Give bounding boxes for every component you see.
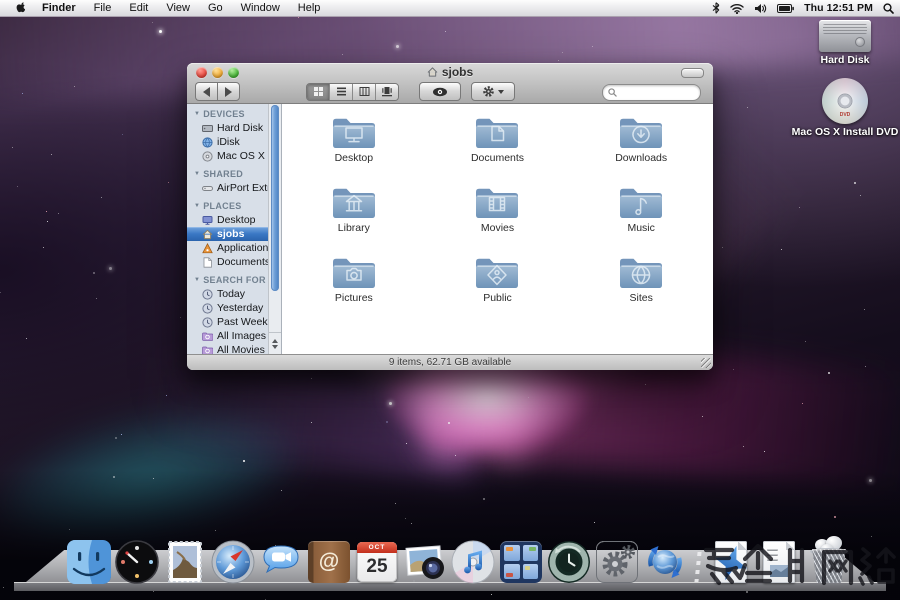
applications-icon xyxy=(202,243,213,254)
dock-stack-page-icon[interactable] xyxy=(756,538,802,584)
folder-icon xyxy=(473,113,521,151)
spotlight-icon[interactable] xyxy=(883,3,894,14)
dock-dashboard-icon[interactable] xyxy=(114,538,160,584)
dock-ical-icon[interactable]: OCT25OCT25 xyxy=(354,538,400,584)
dock-address-book-icon[interactable]: @@ xyxy=(306,538,352,584)
dock-itunes-icon[interactable] xyxy=(450,538,496,584)
dock-iphoto-icon[interactable] xyxy=(402,538,448,584)
sidebar: ▼DEVICESHard DiskiDiskMac OS X I…▼SHARED… xyxy=(187,104,282,355)
smartfolder-icon xyxy=(202,331,213,342)
dock-stack-documents-icon[interactable] xyxy=(708,538,754,584)
quick-look-button[interactable] xyxy=(419,82,461,101)
apple-menu-icon[interactable] xyxy=(10,2,33,15)
scroll-down-arrow[interactable] xyxy=(272,345,278,352)
folder-documents[interactable]: Documents xyxy=(426,113,570,176)
menu-item-view[interactable]: View xyxy=(157,0,199,16)
folder-icon xyxy=(330,183,378,221)
dvd-disc-icon: DVD xyxy=(822,78,868,124)
toolbar xyxy=(187,80,713,103)
menu-item-window[interactable]: Window xyxy=(232,0,289,16)
toolbar-toggle-capsule[interactable] xyxy=(681,68,704,78)
folder-downloads[interactable]: Downloads xyxy=(569,113,713,176)
chevron-down-icon xyxy=(498,90,504,97)
bluetooth-icon[interactable] xyxy=(712,2,720,14)
disclosure-triangle-icon[interactable]: ▼ xyxy=(194,171,200,177)
folder-icon xyxy=(473,183,521,221)
folder-pictures[interactable]: Pictures xyxy=(282,253,426,316)
disclosure-triangle-icon[interactable]: ▼ xyxy=(194,111,200,117)
folder-sites[interactable]: Sites xyxy=(569,253,713,316)
folder-desktop[interactable]: Desktop xyxy=(282,113,426,176)
dock-trash-icon[interactable] xyxy=(804,534,854,584)
wifi-icon[interactable] xyxy=(730,3,744,14)
icon-view-area: DesktopDocumentsDownloads LibraryMoviesMu… xyxy=(282,104,713,355)
dock-divider xyxy=(690,538,706,584)
folder-icon xyxy=(330,113,378,151)
dock: @@ OCT25OCT25 xyxy=(0,528,900,600)
coverflow-view-button[interactable] xyxy=(376,84,398,100)
sidebar-scrollbar[interactable] xyxy=(268,104,281,355)
volume-icon[interactable] xyxy=(754,3,767,14)
documents-icon xyxy=(202,257,213,268)
folder-icon xyxy=(617,113,665,151)
dock-safari-icon[interactable] xyxy=(210,538,256,584)
folder-icon xyxy=(473,253,521,291)
menu-item-go[interactable]: Go xyxy=(199,0,232,16)
folder-music[interactable]: Music xyxy=(569,183,713,246)
desktop-icon-install-dvd[interactable]: DVD Mac OS X Install DVD xyxy=(775,78,900,138)
battery-icon[interactable] xyxy=(777,4,794,13)
action-menu-button[interactable] xyxy=(471,82,515,101)
airport-icon xyxy=(202,183,213,194)
folder-public[interactable]: Public xyxy=(426,253,570,316)
desktop: { "menu_bar": { "items": ["Finder", "Fil… xyxy=(0,0,900,600)
search-field[interactable] xyxy=(602,84,701,101)
search-input[interactable] xyxy=(617,86,691,98)
scroll-up-arrow[interactable] xyxy=(272,336,278,343)
harddisk-icon xyxy=(202,123,213,134)
idisk-icon xyxy=(202,137,213,148)
list-view-button[interactable] xyxy=(330,84,353,100)
title-bar[interactable]: sjobs xyxy=(187,63,713,80)
dock-ichat-icon[interactable] xyxy=(258,538,304,584)
disclosure-triangle-icon[interactable]: ▼ xyxy=(194,277,200,283)
home-icon xyxy=(202,229,213,240)
menu-item-file[interactable]: File xyxy=(85,0,121,16)
home-icon xyxy=(427,67,438,77)
search-icon xyxy=(608,88,617,97)
clock-icon xyxy=(202,303,213,314)
desktop-icon-hard-disk[interactable]: Hard Disk xyxy=(790,20,900,66)
dock-mail-icon[interactable] xyxy=(162,538,208,584)
dock-spaces-icon[interactable] xyxy=(498,538,544,584)
hard-disk-icon xyxy=(819,20,871,52)
icon-view-button[interactable] xyxy=(307,84,330,100)
disclosure-triangle-icon[interactable]: ▼ xyxy=(194,203,200,209)
folder-movies[interactable]: Movies xyxy=(426,183,570,246)
folder-icon xyxy=(617,253,665,291)
desktop-icon xyxy=(202,215,213,226)
dock-time-machine-icon[interactable] xyxy=(546,538,592,584)
view-mode-segmented-control xyxy=(306,83,399,101)
dock-software-update-icon[interactable] xyxy=(642,538,688,584)
status-bar: 9 items, 62.71 GB available xyxy=(187,354,713,370)
menu-item-finder[interactable]: Finder xyxy=(33,0,85,16)
menu-clock[interactable]: Thu 12:51 PM xyxy=(804,2,873,14)
disc-icon xyxy=(202,151,213,162)
clock-icon xyxy=(202,289,213,300)
clock-icon xyxy=(202,317,213,328)
dock-finder-icon[interactable] xyxy=(66,538,112,584)
scrollbar-thumb[interactable] xyxy=(271,105,279,291)
menu-item-help[interactable]: Help xyxy=(289,0,330,16)
column-view-button[interactable] xyxy=(353,84,376,100)
folder-library[interactable]: Library xyxy=(282,183,426,246)
window-title: sjobs xyxy=(187,65,713,79)
folder-icon xyxy=(617,183,665,221)
back-button[interactable] xyxy=(195,82,217,101)
resize-grip[interactable] xyxy=(701,358,711,368)
folder-icon xyxy=(330,253,378,291)
menu-bar: FinderFileEditViewGoWindowHelp Thu 12:51… xyxy=(0,0,900,17)
menu-item-edit[interactable]: Edit xyxy=(120,0,157,16)
forward-button[interactable] xyxy=(217,82,240,101)
dock-system-preferences-icon[interactable] xyxy=(594,538,640,584)
finder-window: sjobs ▼DEVICESHard DiskiDiskMac O xyxy=(187,63,713,370)
